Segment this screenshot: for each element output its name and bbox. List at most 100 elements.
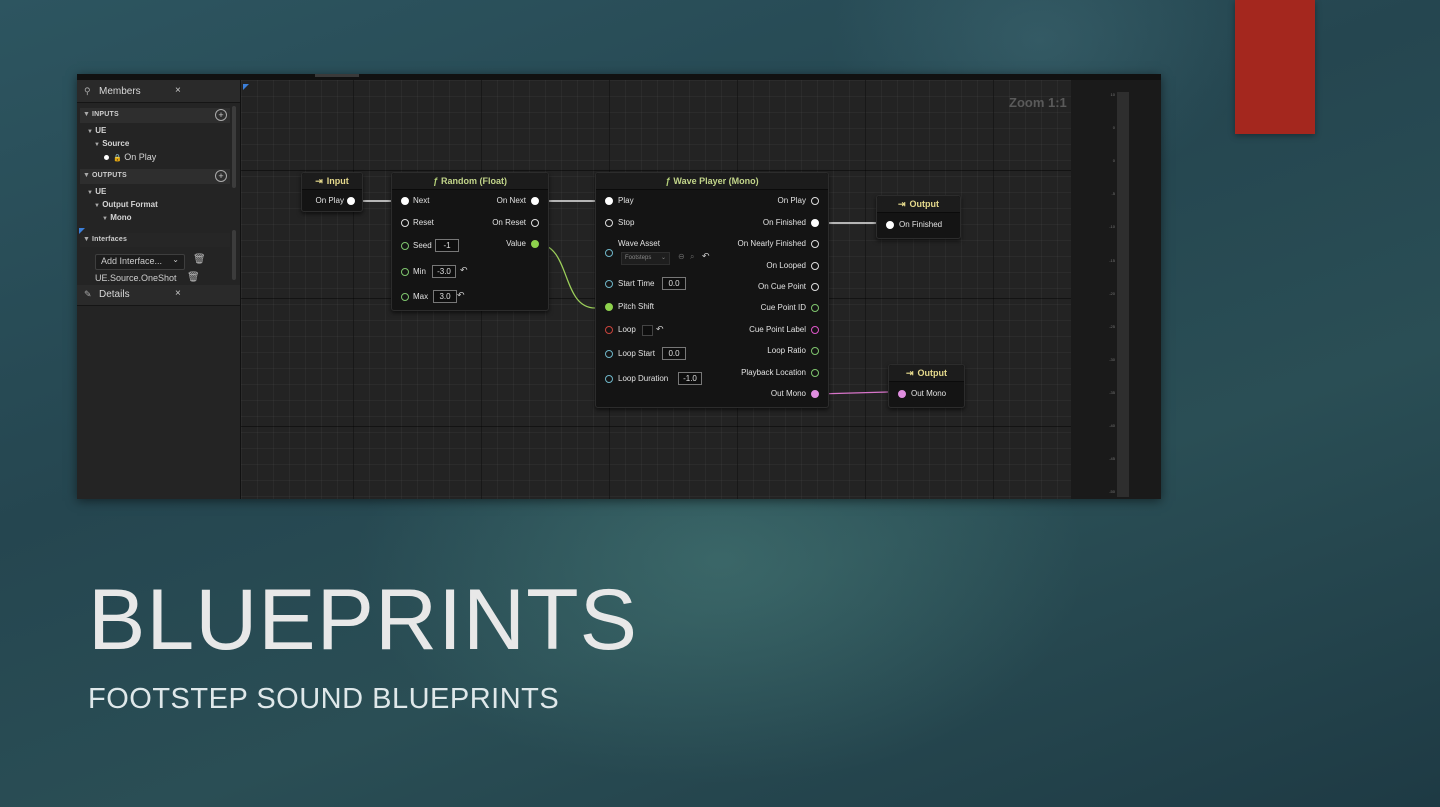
pin-loop-ratio-out[interactable]	[811, 347, 819, 355]
slide-title: BLUEPRINTS	[88, 572, 639, 668]
collapse-triangle-icon: ▼	[83, 172, 90, 179]
wave-player-node[interactable]: ƒ Wave Player (Mono) Play Stop Wave Asset…	[595, 172, 829, 408]
tree-inputs-source[interactable]: ▼ Source	[94, 139, 129, 148]
interfaces-scrollbar[interactable]	[232, 230, 236, 280]
pin-label: On Reset	[492, 218, 526, 227]
pin-label: Cue Point ID	[760, 303, 806, 312]
pin-label: Max	[413, 292, 429, 301]
pin-cue-point-label-out[interactable]	[811, 326, 819, 334]
pin-on-reset-out[interactable]	[531, 219, 539, 227]
pin-playback-location-out[interactable]	[811, 369, 819, 377]
add-output-icon[interactable]: +	[215, 170, 227, 182]
collapse-triangle-icon: ▼	[87, 190, 93, 196]
interfaces-section-header[interactable]: ▼ Interfaces	[80, 233, 230, 247]
outputs-header-label: OUTPUTS	[92, 172, 127, 179]
pin-on-looped-out[interactable]	[811, 262, 819, 270]
loop-start-field[interactable]: 0.0	[662, 347, 686, 360]
pin-loop-start-in[interactable]	[605, 350, 613, 358]
output-node-mono[interactable]: ⇥ Output Out Mono	[888, 364, 965, 408]
collapse-triangle-icon: ▼	[87, 129, 93, 135]
loop-duration-field[interactable]: -1.0	[678, 372, 702, 385]
tree-outputs-mono[interactable]: ▼ Mono	[102, 213, 132, 222]
pin-label: On Finished	[762, 218, 806, 227]
reset-arrow-icon[interactable]: ↶	[457, 290, 465, 301]
members-close-icon[interactable]: ×	[175, 85, 181, 96]
browse-icon[interactable]: ⊖	[678, 252, 685, 261]
tree-outputs-format[interactable]: ▼ Output Format	[94, 200, 158, 209]
members-tab-label: Members	[99, 86, 141, 97]
pin-label: Stop	[618, 218, 635, 227]
pin-label: Loop Ratio	[767, 346, 806, 355]
inputs-section-header[interactable]: ▼ INPUTS +	[80, 108, 230, 123]
details-tab-label: Details	[99, 289, 130, 300]
pin-label: Min	[413, 267, 426, 276]
level-meter: 10 0 0 -5 -10 -15 -20 -25 -30 -35 -40 -4…	[1071, 80, 1161, 499]
loop-checkbox[interactable]	[642, 325, 653, 336]
lock-icon: 🔒	[113, 155, 122, 162]
reset-arrow-icon[interactable]: ↶	[460, 265, 468, 276]
pin-loop-in[interactable]	[605, 326, 613, 334]
start-time-field[interactable]: 0.0	[662, 277, 686, 290]
pin-pitch-shift-in[interactable]	[605, 303, 613, 311]
zoom-label: Zoom 1:1	[1009, 95, 1067, 110]
pin-min-in[interactable]	[401, 268, 409, 276]
corner-marker	[79, 228, 85, 234]
interfaces-header-label: Interfaces	[92, 236, 128, 243]
max-value-field[interactable]: 3.0	[433, 290, 457, 303]
search-icon[interactable]: ⌕	[690, 252, 694, 262]
pin-out-mono-in[interactable]	[898, 390, 906, 398]
random-float-node[interactable]: ƒ Random (Float) Next Reset Seed -1 Min -…	[391, 172, 549, 311]
add-input-icon[interactable]: +	[215, 109, 227, 121]
pin-next-in[interactable]	[401, 197, 409, 205]
outputs-section-header[interactable]: ▼ OUTPUTS +	[80, 169, 230, 184]
pin-label: On Play	[315, 196, 344, 205]
details-close-icon[interactable]: ×	[175, 288, 181, 299]
meter-tick: -25	[1109, 324, 1115, 329]
node-graph-canvas[interactable]: ⇥ Input On Play ƒ Random (Float) Next Rese…	[241, 80, 1079, 499]
pin-on-next-out[interactable]	[531, 197, 539, 205]
pin-max-in[interactable]	[401, 293, 409, 301]
pin-stop-in[interactable]	[605, 219, 613, 227]
pin-cue-point-id-out[interactable]	[811, 304, 819, 312]
pin-on-play-out[interactable]	[347, 197, 355, 205]
tree-inputs-ue[interactable]: ▼ UE	[87, 126, 106, 135]
add-interface-dropdown[interactable]: Add Interface... ⌄	[95, 254, 185, 270]
collapse-triangle-icon: ▼	[94, 142, 100, 148]
trash-icon[interactable]: 🗑	[187, 272, 200, 283]
pin-play-in[interactable]	[605, 197, 613, 205]
pin-out-mono-out[interactable]	[811, 390, 819, 398]
input-node[interactable]: ⇥ Input On Play	[301, 172, 363, 212]
meter-tick: 0	[1112, 125, 1115, 130]
pin-label: Value	[506, 239, 526, 248]
reset-arrow-icon[interactable]: ↶	[656, 324, 664, 335]
pin-loop-duration-in[interactable]	[605, 375, 613, 383]
members-scrollbar[interactable]	[232, 106, 236, 188]
reset-arrow-icon[interactable]: ↶	[702, 251, 710, 262]
pin-on-finished-in[interactable]	[886, 221, 894, 229]
pin-label: Start Time	[618, 279, 655, 288]
pin-seed-in[interactable]	[401, 242, 409, 250]
pin-start-time-in[interactable]	[605, 280, 613, 288]
wave-asset-dropdown[interactable]: Footsteps ⌄	[621, 252, 670, 265]
pin-label: Pitch Shift	[618, 302, 655, 311]
output-node-finished[interactable]: ⇥ Output On Finished	[876, 195, 961, 239]
pin-on-finished-out[interactable]	[811, 219, 819, 227]
pin-on-play-out[interactable]	[811, 197, 819, 205]
pin-on-cue-point-out[interactable]	[811, 283, 819, 291]
tree-outputs-ue[interactable]: ▼ UE	[87, 187, 106, 196]
interface-item: UE.Source.OneShot	[95, 273, 177, 283]
collapse-triangle-icon: ▼	[83, 236, 90, 243]
details-tab[interactable]: ✎ Details ×	[77, 285, 240, 306]
pin-label: Loop Start	[618, 349, 655, 358]
pin-value-out[interactable]	[531, 240, 539, 248]
min-value-field[interactable]: -3.0	[432, 265, 456, 278]
pin-on-nearly-finished-out[interactable]	[811, 240, 819, 248]
pin-label: Seed	[413, 241, 432, 250]
pin-reset-in[interactable]	[401, 219, 409, 227]
members-tab[interactable]: ⚲ Members ×	[77, 80, 240, 103]
tree-inputs-on-play[interactable]: 🔒 On Play	[104, 152, 156, 162]
trash-icon[interactable]: 🗑	[193, 254, 206, 265]
tree-label: UE	[95, 187, 107, 196]
pin-wave-asset-in[interactable]	[605, 249, 613, 257]
seed-value-field[interactable]: -1	[435, 239, 459, 252]
